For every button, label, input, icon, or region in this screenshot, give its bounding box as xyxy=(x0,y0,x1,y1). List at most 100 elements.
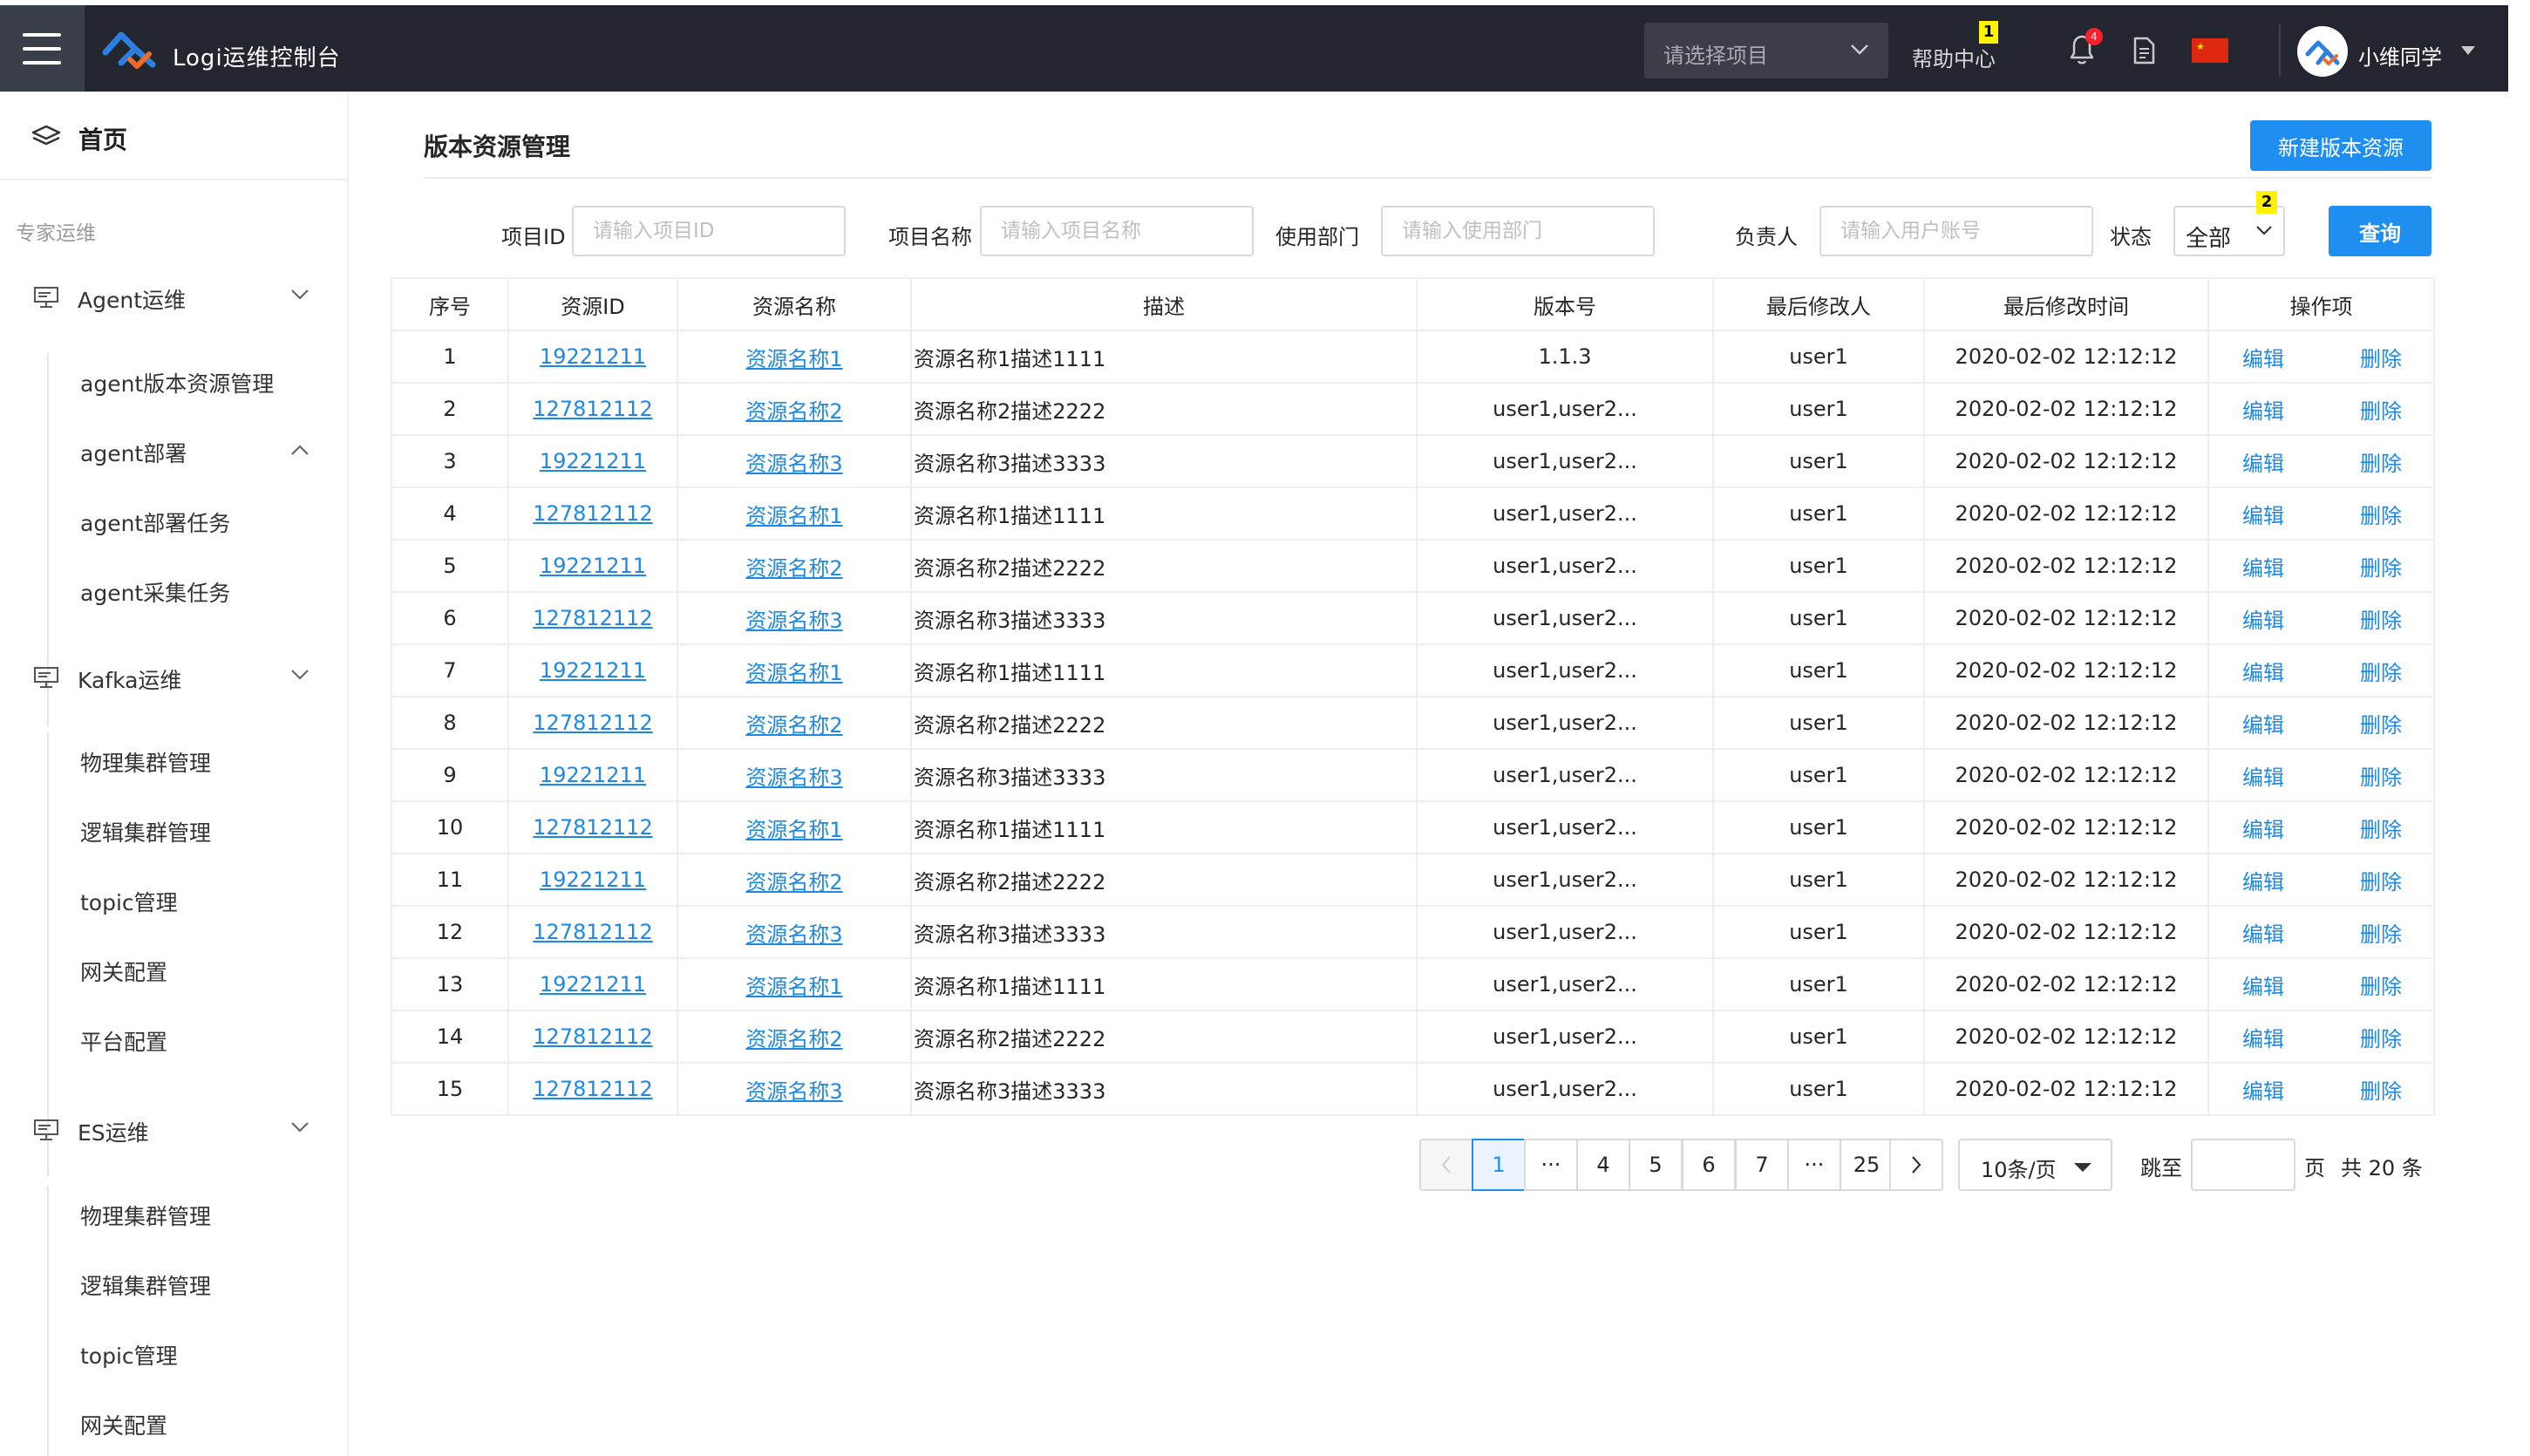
project-select[interactable]: 请选择项目 xyxy=(1644,23,1888,78)
delete-button[interactable]: 删除 xyxy=(2360,917,2402,948)
sidebar-group-es[interactable]: ES运维 xyxy=(0,1107,347,1151)
edit-button[interactable]: 编辑 xyxy=(2242,551,2284,582)
resource-name-link[interactable]: 资源名称3 xyxy=(745,609,842,633)
resource-id-link[interactable]: 127812112 xyxy=(533,1077,652,1101)
delete-button[interactable]: 删除 xyxy=(2360,1022,2402,1052)
resource-id-link[interactable]: 19221211 xyxy=(540,658,646,683)
delete-button[interactable]: 删除 xyxy=(2360,1074,2402,1105)
jump-to-page-input[interactable] xyxy=(2191,1139,2295,1191)
edit-button[interactable]: 编辑 xyxy=(2242,708,2284,738)
sidebar-item-es-logical-cluster[interactable]: 逻辑集群管理 xyxy=(80,1269,211,1304)
delete-button[interactable]: 删除 xyxy=(2360,865,2402,895)
edit-button[interactable]: 编辑 xyxy=(2242,760,2284,791)
edit-button[interactable]: 编辑 xyxy=(2242,1022,2284,1052)
edit-button[interactable]: 编辑 xyxy=(2242,1074,2284,1105)
resource-name-link[interactable]: 资源名称3 xyxy=(745,1079,842,1104)
delete-button[interactable]: 删除 xyxy=(2360,499,2402,529)
delete-button[interactable]: 删除 xyxy=(2360,551,2402,582)
sidebar-item-agent-deploy-task[interactable]: agent部署任务 xyxy=(80,507,230,541)
sidebar-item-kafka-logical-cluster[interactable]: 逻辑集群管理 xyxy=(80,816,211,851)
resource-name-link[interactable]: 资源名称3 xyxy=(745,452,842,476)
edit-button[interactable]: 编辑 xyxy=(2242,813,2284,843)
sidebar-group-agent[interactable]: Agent运维 xyxy=(0,275,347,318)
pagination-ellipsis[interactable]: ··· xyxy=(1524,1139,1578,1191)
edit-button[interactable]: 编辑 xyxy=(2242,342,2284,372)
user-name[interactable]: 小维同学 xyxy=(2358,40,2442,71)
edit-button[interactable]: 编辑 xyxy=(2242,917,2284,948)
pagination-ellipsis[interactable]: ··· xyxy=(1787,1139,1841,1191)
resource-name-link[interactable]: 资源名称2 xyxy=(745,870,842,895)
pagination-page-button[interactable]: 25 xyxy=(1840,1139,1894,1191)
resource-id-link[interactable]: 19221211 xyxy=(540,972,646,997)
resource-id-link[interactable]: 19221211 xyxy=(540,449,646,473)
pagination-page-button[interactable]: 5 xyxy=(1629,1139,1683,1191)
resource-id-link[interactable]: 19221211 xyxy=(540,554,646,578)
delete-button[interactable]: 删除 xyxy=(2360,760,2402,791)
delete-button[interactable]: 删除 xyxy=(2360,446,2402,477)
resource-name-link[interactable]: 资源名称1 xyxy=(745,504,842,528)
pagination-page-button[interactable]: 1 xyxy=(1472,1139,1526,1191)
sidebar-item-kafka-gateway[interactable]: 网关配置 xyxy=(80,956,167,990)
pagination-prev-button[interactable] xyxy=(1419,1139,1473,1191)
pagination-next-button[interactable] xyxy=(1889,1139,1943,1191)
resource-name-link[interactable]: 资源名称2 xyxy=(745,713,842,738)
delete-button[interactable]: 删除 xyxy=(2360,394,2402,425)
resource-name-link[interactable]: 资源名称1 xyxy=(745,347,842,371)
sidebar-item-agent-collect-task[interactable]: agent采集任务 xyxy=(80,576,230,611)
sidebar-item-kafka-physical-cluster[interactable]: 物理集群管理 xyxy=(80,746,211,781)
delete-button[interactable]: 删除 xyxy=(2360,342,2402,372)
delete-button[interactable]: 删除 xyxy=(2360,656,2402,686)
avatar[interactable] xyxy=(2297,26,2348,77)
edit-button[interactable]: 编辑 xyxy=(2242,865,2284,895)
sidebar-item-agent-deploy[interactable]: agent部署 xyxy=(80,437,187,472)
menu-toggle-button[interactable] xyxy=(0,5,85,92)
resource-name-link[interactable]: 资源名称1 xyxy=(745,818,842,842)
document-icon[interactable] xyxy=(2132,37,2156,65)
resource-name-link[interactable]: 资源名称2 xyxy=(745,556,842,581)
sidebar-item-es-topic[interactable]: topic管理 xyxy=(80,1339,178,1374)
resource-id-link[interactable]: 127812112 xyxy=(533,711,652,735)
sidebar-item-es-physical-cluster[interactable]: 物理集群管理 xyxy=(80,1200,211,1235)
resource-name-link[interactable]: 资源名称2 xyxy=(745,399,842,424)
resource-id-link[interactable]: 19221211 xyxy=(540,344,646,369)
resource-id-link[interactable]: 127812112 xyxy=(533,501,652,526)
edit-button[interactable]: 编辑 xyxy=(2242,970,2284,1000)
pagination-page-button[interactable]: 4 xyxy=(1576,1139,1630,1191)
delete-button[interactable]: 删除 xyxy=(2360,708,2402,738)
resource-name-link[interactable]: 资源名称2 xyxy=(745,1027,842,1051)
delete-button[interactable]: 删除 xyxy=(2360,813,2402,843)
edit-button[interactable]: 编辑 xyxy=(2242,499,2284,529)
edit-button[interactable]: 编辑 xyxy=(2242,446,2284,477)
sidebar-group-kafka[interactable]: Kafka运维 xyxy=(0,655,347,698)
sidebar-item-kafka-topic[interactable]: topic管理 xyxy=(80,886,178,921)
project-name-input[interactable] xyxy=(980,206,1254,256)
pagination-page-button[interactable]: 6 xyxy=(1682,1139,1736,1191)
chevron-up-icon[interactable] xyxy=(290,444,309,456)
resource-id-link[interactable]: 127812112 xyxy=(533,606,652,630)
resource-id-link[interactable]: 19221211 xyxy=(540,763,646,787)
delete-button[interactable]: 删除 xyxy=(2360,970,2402,1000)
new-version-resource-button[interactable]: 新建版本资源 xyxy=(2250,120,2431,171)
sidebar-item-home[interactable]: 首页 xyxy=(0,92,347,180)
sidebar-item-agent-version[interactable]: agent版本资源管理 xyxy=(80,367,274,402)
resource-id-link[interactable]: 127812112 xyxy=(533,1024,652,1049)
language-flag-icon[interactable]: ★ xyxy=(2192,38,2228,63)
owner-input[interactable] xyxy=(1819,206,2093,256)
delete-button[interactable]: 删除 xyxy=(2360,603,2402,634)
project-id-input[interactable] xyxy=(572,206,846,256)
edit-button[interactable]: 编辑 xyxy=(2242,603,2284,634)
query-button[interactable]: 查询 xyxy=(2329,206,2431,256)
resource-id-link[interactable]: 127812112 xyxy=(533,920,652,944)
help-center-link[interactable]: 帮助中心 xyxy=(1912,42,1996,72)
caret-down-icon[interactable] xyxy=(2460,45,2476,56)
sidebar-item-es-gateway[interactable]: 网关配置 xyxy=(80,1409,167,1444)
resource-name-link[interactable]: 资源名称1 xyxy=(745,975,842,999)
resource-name-link[interactable]: 资源名称3 xyxy=(745,765,842,790)
resource-id-link[interactable]: 127812112 xyxy=(533,397,652,421)
resource-name-link[interactable]: 资源名称1 xyxy=(745,661,842,685)
resource-name-link[interactable]: 资源名称3 xyxy=(745,922,842,947)
resource-id-link[interactable]: 19221211 xyxy=(540,867,646,892)
pagination-page-button[interactable]: 7 xyxy=(1735,1139,1789,1191)
sidebar-item-kafka-platform[interactable]: 平台配置 xyxy=(80,1025,167,1060)
department-input[interactable] xyxy=(1381,206,1655,256)
